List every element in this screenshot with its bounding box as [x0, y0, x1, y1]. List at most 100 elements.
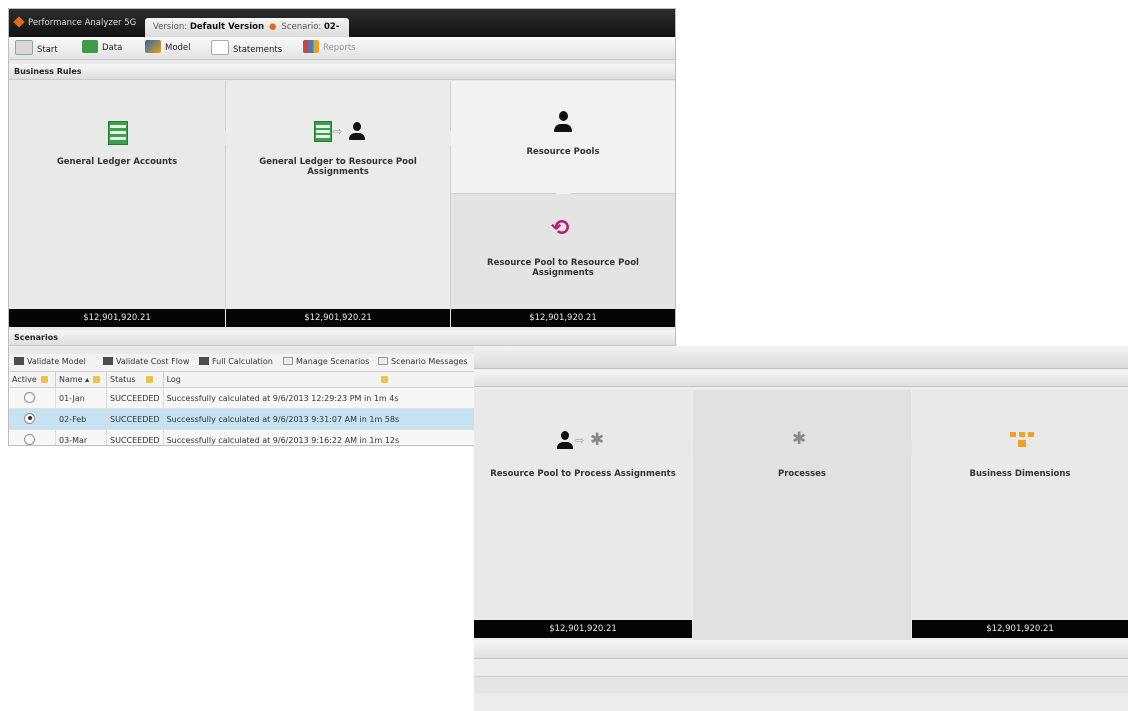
business-dimensions-label: Business Dimensions [969, 469, 1071, 479]
column-header-active[interactable]: Active [9, 372, 56, 388]
data-button[interactable]: Data [82, 40, 122, 56]
app-logo-icon [13, 16, 25, 28]
statements-button[interactable]: Statements [211, 40, 282, 56]
reports-label: Reports [323, 43, 356, 53]
pool-to-process-panel[interactable]: ⇨ ✱ Resource Pool to Process Assignments [474, 390, 692, 620]
scenario-messages-button[interactable]: Scenario Messages [378, 357, 468, 366]
scenario-messages-icon [378, 357, 388, 365]
ledger-grid-icon [314, 121, 332, 142]
processes-label: Processes [777, 469, 826, 479]
active-cell[interactable] [9, 429, 56, 445]
model-label: Model [165, 43, 191, 53]
arrow-right-icon: ⇨ [333, 125, 343, 138]
log-cell: Successfully calculated at 9/6/2013 9:16… [163, 429, 476, 445]
column-header-label: Status [110, 375, 136, 384]
cycle-arrows-icon: ⟲ [551, 216, 570, 241]
resource-pools-label: Resource Pools [526, 147, 600, 157]
validate-cost-flow-label: Validate Cost Flow [116, 357, 190, 366]
scenarios-header: Scenarios [9, 330, 675, 346]
column-menu-icon[interactable] [145, 376, 153, 383]
section-strip [474, 370, 1128, 387]
validate-cost-flow-icon [103, 357, 113, 365]
column-header-label: Name ▴ [59, 375, 90, 384]
version-value: Default Version [189, 22, 265, 32]
pool-to-process-label: Resource Pool to Process Assignments [490, 469, 676, 479]
validate-cost-flow-button[interactable]: Validate Cost Flow [103, 357, 189, 366]
reports-button[interactable]: Reports [303, 40, 356, 56]
validate-model-button[interactable]: Validate Model [14, 357, 86, 366]
name-cell: 02-Feb [55, 408, 107, 430]
table-header-row: Active Name ▴ Status Log [9, 372, 476, 388]
data-label: Data [102, 43, 123, 53]
status-cell: SUCCEEDED [106, 387, 164, 409]
full-calculation-button[interactable]: Full Calculation [199, 357, 273, 366]
pool-to-process-amount: $12,901,920.21 [474, 620, 692, 638]
pool-to-pool-label: Resource Pool to Resource Pool Assignmen… [487, 258, 639, 278]
gl-accounts-label: General Ledger Accounts [56, 157, 178, 167]
name-cell: 01-Jan [55, 387, 107, 409]
continuation-window: ⇨ ✱ Resource Pool to Process Assignments… [474, 346, 1128, 711]
manage-scenarios-icon [283, 357, 293, 365]
hierarchy-icon [1010, 432, 1034, 448]
start-icon [15, 40, 33, 55]
full-calculation-label: Full Calculation [212, 357, 273, 366]
app-title: Performance Analyzer 5G [13, 16, 137, 28]
version-scenario-tab[interactable]: Version: Default Version●Scenario: 02-Fe… [145, 18, 349, 51]
data-icon [82, 40, 98, 53]
column-menu-icon[interactable] [93, 376, 101, 383]
column-header-name[interactable]: Name ▴ [55, 372, 107, 388]
person-icon [553, 111, 573, 133]
statements-label: Statements [233, 45, 283, 55]
gl-to-pool-panel[interactable]: ⇨ General Ledger to Resource Pool Assign… [226, 81, 451, 309]
start-label: Start [37, 45, 58, 55]
business-rules-header: Business Rules [9, 64, 675, 80]
gl-to-pool-label: General Ledger to Resource Pool Assignme… [259, 157, 417, 177]
scenarios-table: Active Name ▴ Status Log 01-Jan SUCCEEDE… [9, 372, 476, 445]
full-calculation-icon [199, 357, 209, 365]
column-menu-icon[interactable] [380, 376, 388, 383]
active-radio[interactable] [24, 412, 35, 424]
table-header-strip [474, 676, 1128, 693]
app-title-text: Performance Analyzer 5G [28, 18, 137, 28]
processes-panel[interactable]: ✱ Processes [693, 390, 911, 640]
table-row[interactable]: 02-Feb SUCCEEDED Successfully calculated… [9, 408, 476, 430]
person-icon [556, 430, 574, 450]
business-dimensions-panel[interactable]: Business Dimensions [912, 390, 1128, 620]
pool-to-pool-panel[interactable]: ⟲ Resource Pool to Resource Pool Assignm… [451, 194, 675, 309]
ledger-grid-icon [108, 121, 128, 145]
model-icon [145, 40, 161, 53]
column-header-label: Log [166, 375, 181, 384]
active-cell[interactable] [9, 387, 56, 409]
table-row[interactable]: 03-Mar SUCCEEDED Successfully calculated… [9, 429, 476, 445]
business-dimensions-amount: $12,901,920.21 [912, 620, 1128, 638]
scenario-messages-label: Scenario Messages [391, 357, 468, 366]
active-cell[interactable] [9, 408, 56, 430]
status-cell: SUCCEEDED [106, 408, 164, 430]
table-row[interactable]: 01-Jan SUCCEEDED Successfully calculated… [9, 387, 476, 409]
validate-model-label: Validate Model [27, 357, 86, 366]
column-menu-icon[interactable] [40, 376, 48, 383]
validate-model-icon [14, 357, 24, 365]
start-button[interactable]: Start [15, 40, 58, 56]
resource-pools-panel[interactable]: Resource Pools [451, 81, 675, 194]
gl-accounts-amount: $12,901,920.21 [9, 309, 225, 327]
scenarios-strip [474, 640, 1128, 659]
active-radio[interactable] [24, 433, 35, 445]
gear-icon: ✱ [792, 429, 807, 449]
gear-icon: ✱ [590, 430, 605, 450]
manage-scenarios-label: Manage Scenarios [296, 357, 370, 366]
column-header-status[interactable]: Status [106, 372, 164, 388]
active-radio[interactable] [24, 391, 35, 403]
resource-pools-amount: $12,901,920.21 [451, 309, 675, 327]
log-cell: Successfully calculated at 9/6/2013 12:2… [163, 387, 476, 409]
manage-scenarios-button[interactable]: Manage Scenarios [283, 357, 369, 366]
main-toolbar: Start Data Model Statements Reports [9, 37, 675, 60]
tab-separator-icon: ● [269, 22, 277, 32]
name-cell: 03-Mar [55, 429, 107, 445]
gl-to-pool-amount: $12,901,920.21 [226, 309, 450, 327]
gl-accounts-panel[interactable]: General Ledger Accounts [9, 81, 226, 309]
column-header-log[interactable]: Log [163, 372, 476, 388]
arrow-right-icon: ⇨ [575, 434, 585, 447]
model-button[interactable]: Model [145, 40, 191, 56]
person-icon [348, 121, 366, 141]
